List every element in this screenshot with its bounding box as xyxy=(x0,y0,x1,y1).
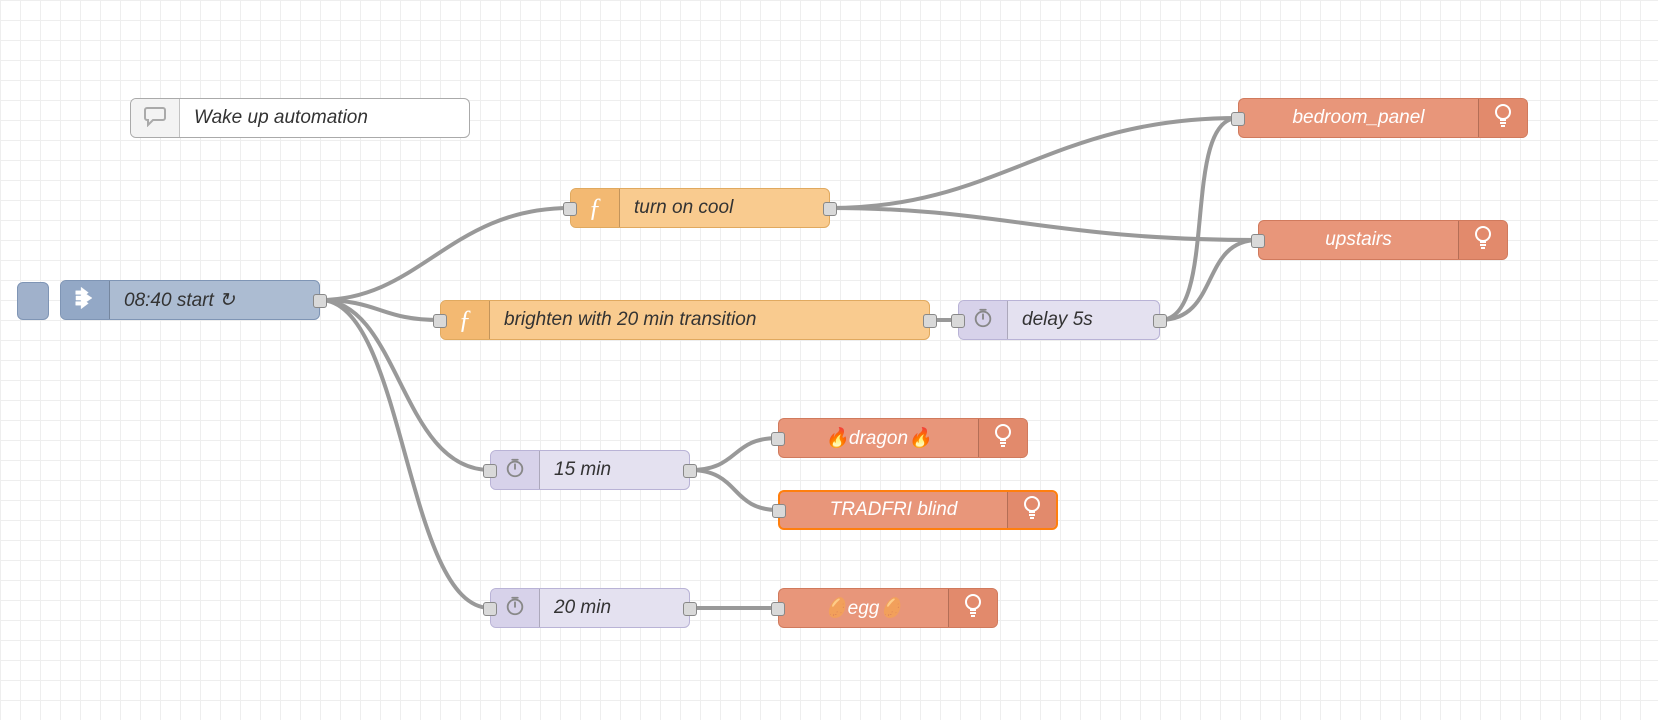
input-port[interactable] xyxy=(1251,234,1265,248)
output-port[interactable] xyxy=(923,314,937,328)
node-label: brighten with 20 min transition xyxy=(490,301,929,339)
output-port[interactable] xyxy=(683,602,697,616)
node-label: turn on cool xyxy=(620,189,829,227)
output-port[interactable] xyxy=(1153,314,1167,328)
node-label: delay 5s xyxy=(1008,301,1159,339)
input-port[interactable] xyxy=(951,314,965,328)
output-port[interactable] xyxy=(313,294,327,308)
input-port[interactable] xyxy=(771,432,785,446)
input-port[interactable] xyxy=(563,202,577,216)
function-node-brighten[interactable]: ƒ brighten with 20 min transition xyxy=(440,300,930,340)
timer-icon xyxy=(959,301,1008,339)
inject-icon xyxy=(61,281,110,319)
node-label: 20 min xyxy=(540,589,689,627)
input-port[interactable] xyxy=(433,314,447,328)
node-label: 🔥dragon🔥 xyxy=(779,419,978,457)
service-node-upstairs[interactable]: upstairs xyxy=(1258,220,1508,260)
service-node-dragon[interactable]: 🔥dragon🔥 xyxy=(778,418,1028,458)
comment-node[interactable]: Wake up automation xyxy=(130,98,470,138)
function-icon: ƒ xyxy=(571,189,620,227)
speech-icon xyxy=(131,99,180,137)
inject-label: 08:40 start ↻ xyxy=(110,281,319,319)
output-port[interactable] xyxy=(823,202,837,216)
service-node-tradfri-blind[interactable]: TRADFRI blind xyxy=(778,490,1058,530)
lightbulb-icon xyxy=(978,419,1027,457)
delay-node-15min[interactable]: 15 min xyxy=(490,450,690,490)
node-label: bedroom_panel xyxy=(1239,99,1478,137)
input-port[interactable] xyxy=(483,464,497,478)
input-port[interactable] xyxy=(483,602,497,616)
flow-canvas[interactable]: Wake up automation 08:40 start ↻ ƒ turn … xyxy=(0,0,1658,720)
function-icon: ƒ xyxy=(441,301,490,339)
node-label: upstairs xyxy=(1259,221,1458,259)
node-label: TRADFRI blind xyxy=(780,492,1007,528)
service-node-bedroom-panel[interactable]: bedroom_panel xyxy=(1238,98,1528,138)
delay-node-20min[interactable]: 20 min xyxy=(490,588,690,628)
node-label: 15 min xyxy=(540,451,689,489)
lightbulb-icon xyxy=(1478,99,1527,137)
inject-button[interactable] xyxy=(17,282,49,320)
timer-icon xyxy=(491,589,540,627)
lightbulb-icon xyxy=(1007,492,1056,528)
input-port[interactable] xyxy=(771,602,785,616)
service-node-egg[interactable]: 🥚egg🥚 xyxy=(778,588,998,628)
function-node-turn-on-cool[interactable]: ƒ turn on cool xyxy=(570,188,830,228)
delay-node-5s[interactable]: delay 5s xyxy=(958,300,1160,340)
input-port[interactable] xyxy=(772,504,786,518)
output-port[interactable] xyxy=(683,464,697,478)
inject-node-start[interactable]: 08:40 start ↻ xyxy=(60,280,320,320)
lightbulb-icon xyxy=(1458,221,1507,259)
lightbulb-icon xyxy=(948,589,997,627)
input-port[interactable] xyxy=(1231,112,1245,126)
timer-icon xyxy=(491,451,540,489)
comment-label: Wake up automation xyxy=(180,99,469,137)
node-label: 🥚egg🥚 xyxy=(779,589,948,627)
